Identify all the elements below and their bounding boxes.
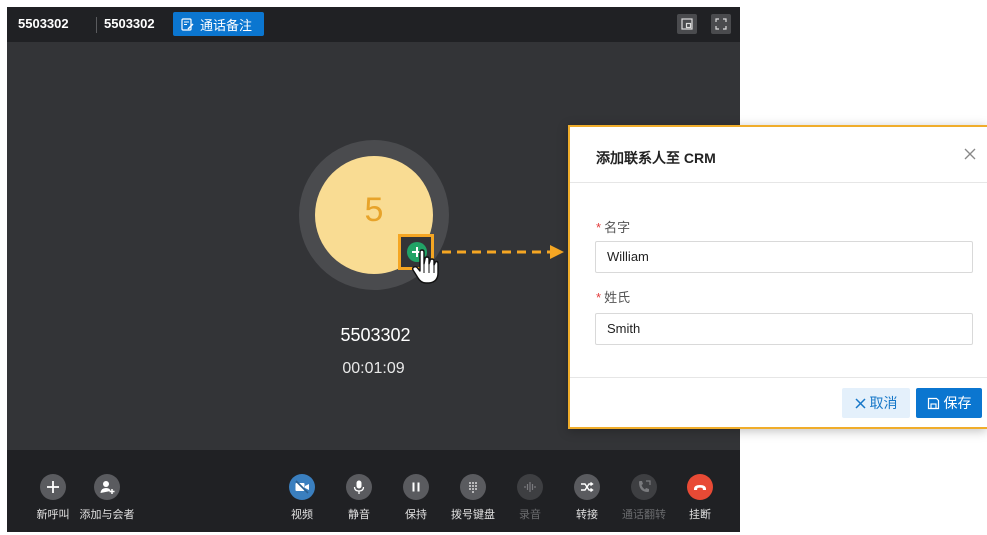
divider — [96, 17, 97, 33]
extension-number: 5503302 — [18, 16, 69, 31]
video-off-icon — [289, 474, 315, 500]
save-icon — [927, 397, 939, 409]
transfer-button[interactable]: 转接 — [557, 474, 617, 522]
dialog-footer-divider — [570, 377, 987, 378]
fullscreen-icon — [715, 18, 727, 30]
new-call-label: 新呼叫 — [36, 509, 70, 521]
add-participant-button[interactable]: 添加与会者 — [77, 474, 137, 522]
hold-label: 保持 — [405, 509, 427, 521]
dialpad-button[interactable]: 拨号键盘 — [443, 474, 503, 522]
mute-button[interactable]: 静音 — [329, 474, 389, 522]
save-label: 保存 — [943, 395, 972, 411]
hold-button[interactable]: 保持 — [386, 474, 446, 522]
dialog-title: 添加联系人至 CRM — [596, 150, 716, 166]
plus-icon — [40, 474, 66, 500]
add-person-icon — [94, 474, 120, 500]
dialog-header-divider — [570, 182, 987, 183]
first-name-label: * 名字 — [596, 220, 631, 235]
dialpad-label: 拨号键盘 — [451, 509, 495, 521]
callee-number: 5503302 — [104, 16, 155, 31]
dialpad-icon — [460, 474, 486, 500]
avatar-initial: 5 — [364, 190, 384, 229]
close-icon[interactable] — [963, 147, 977, 161]
video-button[interactable]: 视频 — [272, 474, 332, 522]
transfer-icon — [574, 474, 600, 500]
flip-call-label: 通话翻转 — [622, 509, 666, 521]
hangup-icon — [687, 474, 713, 500]
new-call-button[interactable]: 新呼叫 — [23, 474, 83, 522]
call-topbar: 5503302 5503302 通话备注 — [7, 7, 740, 42]
fullscreen-button[interactable] — [711, 14, 731, 34]
dashed-arrow — [442, 245, 564, 259]
record-button[interactable]: 录音 — [500, 474, 560, 522]
cancel-label: 取消 — [869, 395, 898, 411]
waveform-icon — [517, 474, 543, 500]
pip-icon — [681, 18, 693, 30]
last-name-label: * 姓氏 — [596, 290, 631, 305]
call-controls-bar: 新呼叫 添加与会者 视频 静音 保持 拨号键盘 录音 转接 通话翻转 挂断 — [7, 450, 740, 532]
pip-button[interactable] — [677, 14, 697, 34]
mic-icon — [346, 474, 372, 500]
add-participant-label: 添加与会者 — [79, 509, 135, 521]
flip-call-icon — [631, 474, 657, 500]
add-contact-dialog: 添加联系人至 CRM * 名字 William * 姓氏 Smith 取消 保存 — [568, 125, 987, 429]
first-name-field[interactable]: William — [595, 241, 973, 273]
mute-label: 静音 — [348, 509, 370, 521]
last-name-field[interactable]: Smith — [595, 313, 973, 345]
note-icon — [181, 17, 194, 31]
pause-icon — [403, 474, 429, 500]
cancel-button[interactable]: 取消 — [842, 388, 910, 418]
video-label: 视频 — [291, 509, 313, 521]
record-label: 录音 — [519, 509, 541, 521]
hand-cursor-icon — [411, 249, 439, 284]
call-note-button[interactable]: 通话备注 — [173, 12, 264, 36]
hangup-label: 挂断 — [689, 509, 711, 521]
transfer-label: 转接 — [576, 509, 598, 521]
call-note-label: 通话备注 — [200, 17, 253, 33]
close-icon — [854, 397, 866, 409]
hangup-button[interactable]: 挂断 — [670, 474, 730, 522]
save-button[interactable]: 保存 — [916, 388, 982, 418]
flip-call-button[interactable]: 通话翻转 — [614, 474, 674, 522]
